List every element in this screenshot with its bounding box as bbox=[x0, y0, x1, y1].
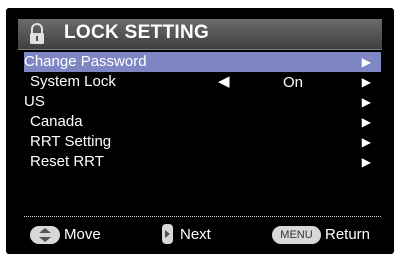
menu-item-label: Change Password bbox=[24, 53, 147, 70]
osd-header: LOCK SETTING bbox=[18, 19, 382, 50]
next-hint: Next bbox=[180, 226, 211, 243]
menu-item-reset-rrt[interactable]: Reset RRT ▶ bbox=[24, 152, 381, 172]
menu-item-canada[interactable]: Canada ▶ bbox=[24, 112, 381, 132]
menu-item-label: RRT Setting bbox=[30, 133, 112, 150]
menu-item-rrt-setting[interactable]: RRT Setting ▶ bbox=[24, 132, 381, 152]
right-arrow-icon: ▶ bbox=[361, 95, 371, 109]
menu-item-label: Reset RRT bbox=[30, 153, 104, 170]
menu-item-label: System Lock bbox=[30, 73, 116, 90]
up-down-icon bbox=[30, 226, 60, 244]
menu-item-label: US bbox=[24, 93, 45, 110]
right-arrow-icon: ▶ bbox=[361, 135, 371, 149]
menu-key-icon: MENU bbox=[272, 226, 321, 244]
lock-icon bbox=[30, 23, 44, 44]
menu-item-change-password[interactable]: Change Password ▶ bbox=[24, 52, 381, 72]
right-arrow-icon: ▶ bbox=[361, 115, 371, 129]
right-arrow-icon[interactable]: ▶ bbox=[362, 72, 371, 92]
menu-item-label: Canada bbox=[30, 113, 83, 130]
right-arrow-icon: ▶ bbox=[361, 55, 371, 69]
move-hint: Move bbox=[64, 226, 101, 243]
next-icon bbox=[162, 224, 173, 244]
page-title: LOCK SETTING bbox=[64, 22, 210, 43]
system-lock-value: On bbox=[283, 74, 304, 91]
return-hint: Return bbox=[325, 226, 371, 243]
left-arrow-icon[interactable]: ◀ bbox=[218, 72, 230, 92]
footer-divider bbox=[24, 216, 381, 217]
menu-item-system-lock[interactable]: System Lock ◀ On ▶ bbox=[24, 72, 381, 92]
right-arrow-icon: ▶ bbox=[361, 155, 371, 169]
menu-item-us[interactable]: US ▶ bbox=[24, 92, 381, 112]
